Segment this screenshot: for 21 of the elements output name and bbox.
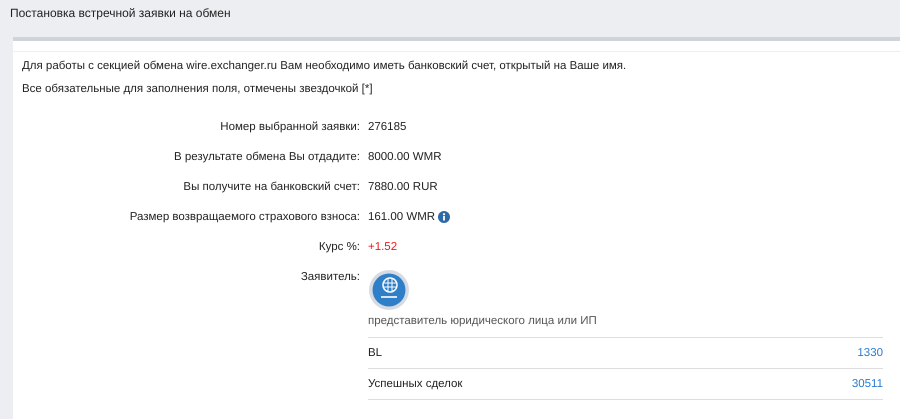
stat-link[interactable]: 1330	[857, 347, 883, 359]
field-label: Номер выбранной заявки:	[219, 121, 360, 133]
field-value: 161.00 WMR	[368, 211, 436, 223]
field-value: 276185	[368, 121, 406, 133]
field-value: +1.52	[368, 241, 398, 253]
field-value: 8000.00 WMR	[368, 151, 442, 163]
field-label: Вы получите на банковский счет:	[182, 181, 360, 193]
notice-text: Для работы с секцией обмена wire.exchanger.ru Вам необходимо иметь банковский счет, открытый на Ваше имя.	[22, 60, 628, 72]
stat-label: BL	[368, 347, 382, 359]
globe-badge-icon	[368, 269, 410, 311]
info-icon[interactable]	[438, 211, 450, 223]
notice-text: Все обязательные для заполнения поля, отмечены звездочкой [*]	[22, 83, 374, 95]
field-label: В результате обмена Вы отдадите:	[173, 151, 360, 163]
field-label: Размер возвращаемого страхового взноса:	[128, 211, 360, 223]
applicant-status: представитель юридического лица или ИП	[368, 315, 883, 338]
stat-label: Успешных сделок	[368, 378, 462, 390]
page-title: Постановка встречной заявки на обмен	[10, 6, 231, 20]
stat-link[interactable]: 30511	[852, 378, 883, 390]
field-value: 7880.00 RUR	[368, 181, 438, 193]
field-label: Курс %:	[318, 241, 360, 253]
field-label: Заявитель:	[300, 271, 360, 285]
